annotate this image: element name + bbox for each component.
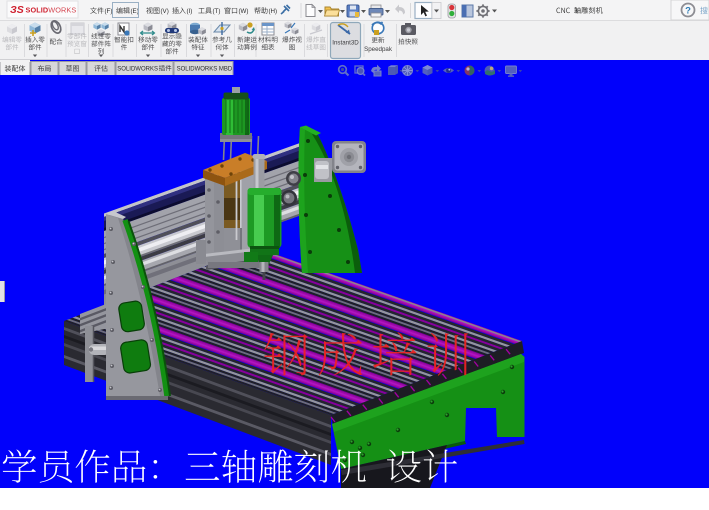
svg-text:(E): (E) (131, 8, 139, 15)
svg-text:(I): (I) (187, 8, 193, 15)
svg-text:(T): (T) (213, 8, 221, 15)
svg-text:SOLIDWORKS: SOLIDWORKS (117, 67, 158, 73)
svg-text:SOLIDWORKS MBD: SOLIDWORKS MBD (177, 67, 233, 73)
svg-text:(F): (F) (105, 8, 113, 15)
svg-text:SOLIDWORKS: SOLIDWORKS (26, 6, 77, 15)
svg-text:(W): (W) (239, 8, 249, 15)
svg-text:Instant3D: Instant3D (332, 40, 359, 47)
svg-text:ЗS: ЗS (10, 4, 24, 16)
svg-text:?: ? (685, 6, 691, 17)
svg-text:Speedpak: Speedpak (364, 46, 393, 53)
svg-text:(V): (V) (161, 8, 169, 15)
svg-text:(H): (H) (269, 8, 278, 15)
